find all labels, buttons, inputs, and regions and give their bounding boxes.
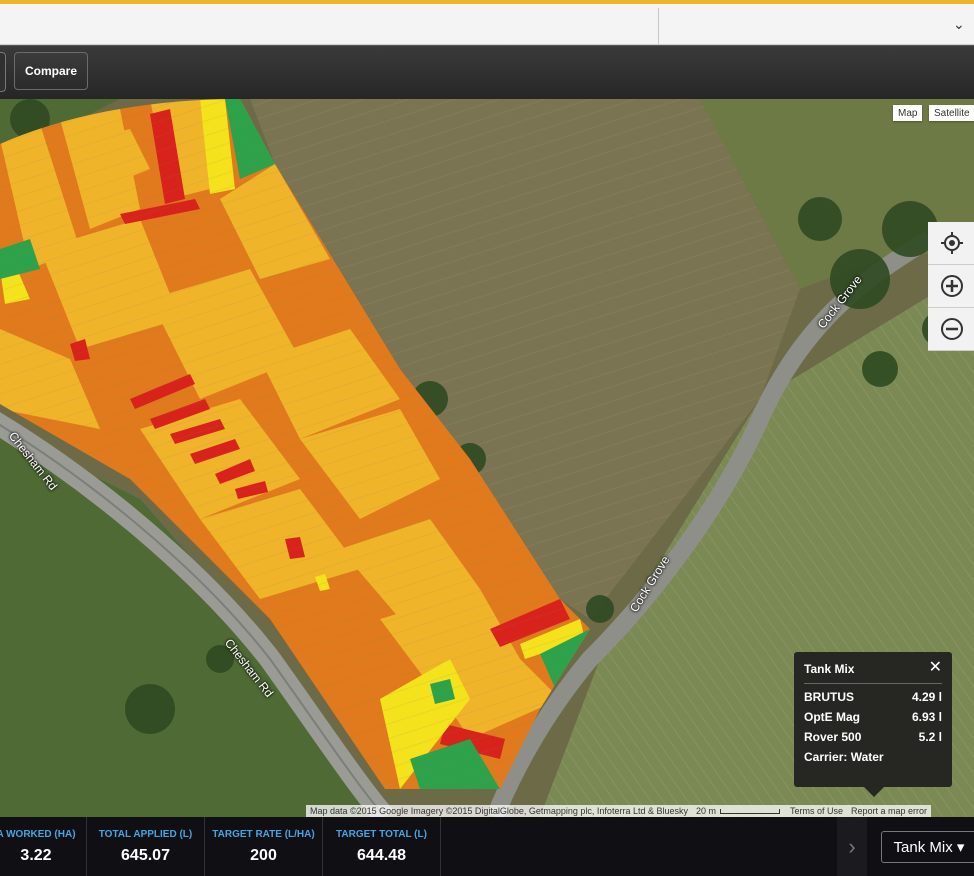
stat-total-applied: TOTAL APPLIED (L) 645.07 <box>87 817 205 876</box>
stat-label: A WORKED (HA) <box>0 829 76 840</box>
popup-row: OptE Mag 6.93 l <box>804 710 942 730</box>
plus-icon[interactable] <box>928 265 974 308</box>
minus-icon[interactable] <box>928 308 974 351</box>
report-link[interactable]: Report a map error <box>847 806 931 816</box>
product-amount: 6.93 l <box>911 710 942 724</box>
popup-divider <box>804 683 942 684</box>
stat-value: 644.48 <box>357 847 406 864</box>
product-name: OptE Mag <box>804 710 860 724</box>
compare-button[interactable]: Compare <box>14 52 88 90</box>
popup-tail <box>864 787 884 797</box>
stat-value: 645.07 <box>121 847 170 864</box>
product-name: BRUTUS <box>804 690 854 704</box>
attribution-text: Map data ©2015 Google Imagery ©2015 Digi… <box>310 806 688 816</box>
map-attribution: Map data ©2015 Google Imagery ©2015 Digi… <box>306 805 932 817</box>
popup-row: BRUTUS 4.29 l <box>804 690 942 710</box>
product-amount: 5.2 l <box>918 730 942 744</box>
stat-label: TARGET TOTAL (L) <box>336 829 427 840</box>
crosshair-icon[interactable] <box>928 222 974 265</box>
stat-label: TOTAL APPLIED (L) <box>98 829 193 840</box>
toolbar: Compare <box>0 45 974 100</box>
scale-bar <box>720 808 780 814</box>
tank-mix-popup: Tank Mix ✕ BRUTUS 4.29 l OptE Mag 6.93 l R… <box>794 652 952 797</box>
scale-label: 20 m <box>695 806 716 816</box>
stat-value: 200 <box>250 847 277 864</box>
product-amount: 4.29 l <box>911 690 942 704</box>
stat-label: TARGET RATE (L/HA) <box>212 829 315 840</box>
stat-value: 3.22 <box>20 847 52 864</box>
close-icon[interactable]: ✕ <box>929 657 942 677</box>
bar-separator <box>658 8 659 44</box>
map-type-map-button[interactable]: Map <box>893 105 923 121</box>
tank-mix-dropdown[interactable]: Tank Mix ▾ <box>881 831 974 863</box>
browser-bar: ⌄ <box>0 4 974 45</box>
stat-area-worked: A WORKED (HA) 3.22 <box>0 817 87 876</box>
popup-title: Tank Mix <box>804 662 855 676</box>
chevron-right-icon[interactable]: › <box>837 817 867 876</box>
product-name: Rover 500 <box>804 730 862 744</box>
stats-bar: A WORKED (HA) 3.22 TOTAL APPLIED (L) 645… <box>0 817 974 876</box>
chevron-down-icon[interactable]: ⌄ <box>953 16 965 33</box>
popup-carrier: Carrier: Water <box>804 750 884 764</box>
stat-target-rate: TARGET RATE (L/HA) 200 <box>205 817 323 876</box>
terms-link[interactable]: Terms of Use <box>786 806 847 816</box>
map-type-satellite-button[interactable]: Satellite <box>929 105 974 121</box>
left-button-edge[interactable] <box>0 52 6 92</box>
popup-row: Rover 500 5.2 l <box>804 730 942 750</box>
stat-target-total: TARGET TOTAL (L) 644.48 <box>323 817 441 876</box>
